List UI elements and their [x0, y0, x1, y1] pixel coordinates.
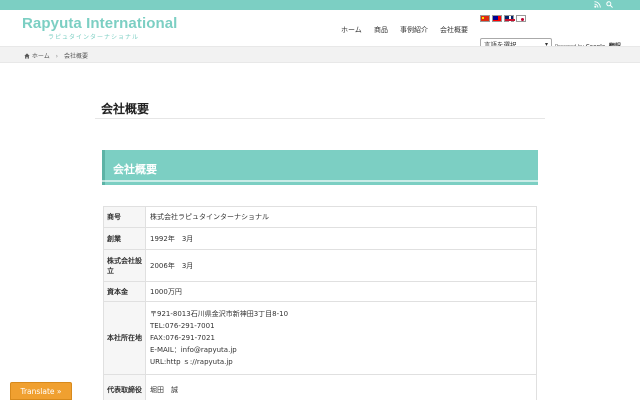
flag-cn-icon[interactable]	[480, 15, 490, 22]
row-value: 2006年 3月	[145, 249, 537, 282]
search-icon[interactable]	[606, 1, 613, 10]
site-header: Rapyuta International ラピュタインターナショナル ホーム …	[0, 10, 640, 51]
row-value: 堀田 誠	[145, 374, 537, 400]
row-label: 資本金	[103, 281, 146, 302]
page-title: 会社概要	[101, 102, 150, 116]
translate-button[interactable]: Translate »	[10, 382, 72, 400]
row-label: 本社所在地	[103, 301, 146, 375]
row-value: 1000万円	[145, 281, 537, 302]
top-bar	[0, 0, 640, 10]
row-label: 代表取締役	[103, 374, 146, 400]
table-row: 資本金 1000万円	[103, 281, 537, 302]
row-label: 株式会社設立	[103, 249, 146, 282]
nav-item-cases[interactable]: 事例紹介	[400, 25, 428, 35]
section-heading-underline	[102, 180, 538, 182]
row-label: 創業	[103, 227, 146, 250]
table-row: 株式会社設立 2006年 3月	[103, 249, 537, 282]
logo-main-text[interactable]: Rapyuta International	[22, 15, 177, 32]
table-row: 創業 1992年 3月	[103, 227, 537, 250]
chevron-right-icon: ›	[55, 53, 59, 60]
row-value: 〒921-8013石川県金沢市新神田3丁目8-10 TEL:076-291-70…	[145, 301, 537, 375]
row-value: 株式会社ラピュタインターナショナル	[145, 206, 537, 228]
home-icon[interactable]	[24, 52, 32, 60]
title-divider	[95, 118, 545, 119]
table-row: 商号 株式会社ラピュタインターナショナル	[103, 206, 537, 228]
nav-item-home[interactable]: ホーム	[341, 25, 362, 35]
nav-item-products[interactable]: 商品	[374, 25, 388, 35]
breadcrumb: ホーム › 会社概要	[24, 51, 88, 60]
table-row: 代表取締役 堀田 誠	[103, 374, 537, 400]
flag-jp-icon[interactable]	[516, 15, 526, 22]
nav-item-company[interactable]: 会社概要	[440, 25, 468, 35]
breadcrumb-bar: ホーム › 会社概要	[0, 46, 640, 63]
row-value: 1992年 3月	[145, 227, 537, 250]
logo-sub-text[interactable]: ラピュタインターナショナル	[48, 32, 139, 41]
url-link[interactable]: URL:http ｓ://rapyuta.jp	[150, 356, 532, 368]
flag-tw-icon[interactable]	[492, 15, 502, 22]
section-title: 会社概要	[113, 163, 157, 176]
company-info-table: 商号 株式会社ラピュタインターナショナル 創業 1992年 3月 株式会社設立 …	[103, 206, 537, 400]
main-nav: ホーム 商品 事例紹介 会社概要	[330, 25, 480, 37]
breadcrumb-current: 会社概要	[64, 53, 89, 60]
breadcrumb-home[interactable]: ホーム	[32, 53, 50, 60]
flag-gb-icon[interactable]	[504, 15, 515, 23]
table-row: 本社所在地 〒921-8013石川県金沢市新神田3丁目8-10 TEL:076-…	[103, 301, 537, 375]
rss-icon[interactable]	[594, 1, 601, 10]
row-label: 商号	[103, 206, 146, 228]
email-link[interactable]: E-MAIL：info@rapyuta.jp	[150, 344, 532, 356]
